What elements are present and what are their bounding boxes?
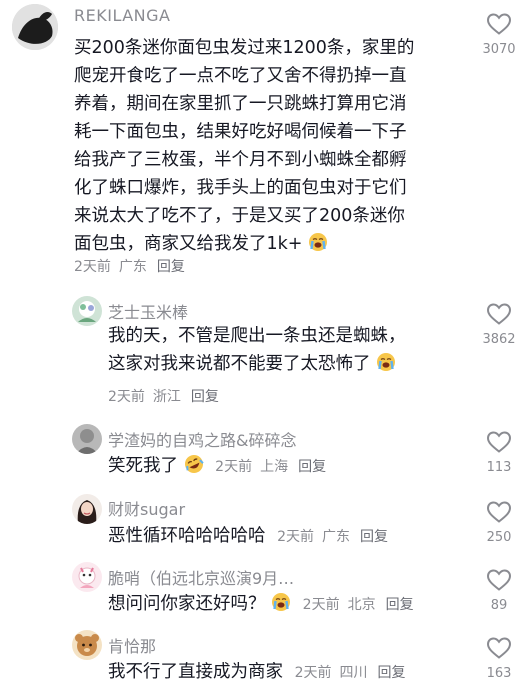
comment-meta: 2天前 四川 回复 <box>295 665 406 681</box>
comment-meta: 2天前 广东 回复 <box>74 256 185 276</box>
avatar-image <box>72 296 102 326</box>
comment-line: 给我产了三枚蛋，半个月不到小蜘蛛全都孵 <box>74 150 407 170</box>
comment-line-text: 这家对我来说都不能要了太恐怖了 <box>108 354 371 374</box>
like-button[interactable]: 163 <box>474 636 524 681</box>
comment-line: 爬宠开食吃了一点不吃了又舍不得扔掉一直 <box>74 66 407 86</box>
comment-time: 2天前 <box>277 529 314 545</box>
reply-button[interactable]: 回复 <box>157 259 185 275</box>
like-count: 3862 <box>482 332 516 347</box>
comment-text: 我不行了直接成为商家 2天前 四川 回复 <box>108 658 458 687</box>
like-button[interactable]: 3070 <box>474 12 524 57</box>
comment-line: 耗一下面包虫，结果好吃好喝伺候着一下子 <box>74 122 407 142</box>
comment-time: 2天前 <box>302 597 340 613</box>
comment-line: 养着，期间在家里抓了一只跳蛛打算用它消 <box>74 94 407 114</box>
avatar-image <box>72 562 102 592</box>
comment-text: 我的天，不管是爬出一条虫还是蜘蛛， 这家对我来说都不能要了太恐怖了 <box>108 322 448 378</box>
username[interactable]: 芝士玉米棒 <box>108 299 188 323</box>
like-button[interactable]: 113 <box>474 430 524 475</box>
loudly-crying-face-icon <box>309 233 328 251</box>
avatar-image <box>12 4 58 50</box>
heart-outline-icon <box>486 637 512 659</box>
heart-outline-icon <box>486 501 512 523</box>
avatar[interactable] <box>72 424 102 454</box>
comment-line: 这家对我来说都不能要了太恐怖了 <box>108 350 448 378</box>
comment-meta: 2天前 广东 回复 <box>277 529 388 545</box>
avatar[interactable] <box>12 4 58 50</box>
reply-button[interactable]: 回复 <box>298 459 326 475</box>
reply-button[interactable]: 回复 <box>360 529 388 545</box>
comment-line-text: 面包虫，商家又给我发了1k+ <box>74 234 303 254</box>
avatar[interactable] <box>72 630 102 660</box>
comment-location: 广东 <box>322 529 350 545</box>
like-count: 250 <box>486 530 512 545</box>
comment-time: 2天前 <box>215 459 253 475</box>
like-button[interactable]: 89 <box>474 568 524 613</box>
comment-location: 北京 <box>347 597 376 613</box>
comment-location: 广东 <box>118 259 147 275</box>
comment-meta: 2天前 上海 回复 <box>215 459 326 475</box>
comment-text: 笑死我了 2天前 上海 回复 <box>108 452 458 481</box>
username[interactable]: 肯恰那 <box>108 633 156 657</box>
rolling-on-floor-laughing-icon <box>184 455 204 473</box>
avatar-image <box>72 630 102 660</box>
avatar[interactable] <box>72 296 102 326</box>
comment-line: 买200条迷你面包虫发过来1200条，家里的 <box>74 38 415 58</box>
reply-button[interactable]: 回复 <box>378 665 406 681</box>
avatar[interactable] <box>72 562 102 592</box>
like-count: 113 <box>486 460 512 475</box>
heart-outline-icon <box>486 303 512 325</box>
avatar[interactable] <box>72 494 102 524</box>
comment-time: 2天前 <box>294 665 332 681</box>
comment-line: 面包虫，商家又给我发了1k+ <box>74 230 454 258</box>
comment-meta: 2天前 浙江 回复 <box>108 386 219 406</box>
like-count: 163 <box>486 666 512 681</box>
username[interactable]: 脆哨（伯远北京巡演9月… <box>108 565 294 589</box>
comment-time: 2天前 <box>108 389 145 405</box>
heart-outline-icon <box>486 569 512 591</box>
reply-button[interactable]: 回复 <box>386 597 414 613</box>
comment-text: 想问问你家还好吗？ 2天前 北京 回复 <box>108 590 458 619</box>
loudly-crying-face-icon <box>377 353 396 371</box>
username[interactable]: 财财sugar <box>108 496 185 520</box>
comment-time: 2天前 <box>74 259 111 275</box>
comment-line-text: 笑死我了 <box>108 456 178 476</box>
avatar-image <box>72 494 102 524</box>
comment-location: 浙江 <box>152 389 181 405</box>
comment-line-text: 恶性循环哈哈哈哈哈 <box>108 526 266 546</box>
comment-line: 来说太大了吃不了，于是又买了200条迷你 <box>74 206 405 226</box>
comment-text: 恶性循环哈哈哈哈哈 2天前 广东 回复 <box>108 522 458 551</box>
loudly-crying-face-icon <box>272 593 291 611</box>
avatar-image <box>72 424 102 454</box>
comment-location: 四川 <box>339 665 368 681</box>
like-button[interactable]: 3862 <box>474 302 524 347</box>
like-button[interactable]: 250 <box>474 500 524 545</box>
comment-line-text: 我不行了直接成为商家 <box>108 662 283 682</box>
comment-location: 上海 <box>260 459 289 475</box>
username[interactable]: 学渣妈的自鸡之路&碎碎念 <box>108 427 296 451</box>
username[interactable]: REKILANGA <box>74 6 170 25</box>
comment-line: 我的天，不管是爬出一条虫还是蜘蛛， <box>108 326 406 346</box>
heart-outline-icon <box>486 13 512 35</box>
like-count: 89 <box>490 598 508 613</box>
like-count: 3070 <box>482 42 516 57</box>
reply-button[interactable]: 回复 <box>191 389 219 405</box>
comment-line-text: 想问问你家还好吗？ <box>108 594 266 614</box>
comment-line: 化了蛛口爆炸，我手头上的面包虫对于它们 <box>74 178 407 198</box>
comment-meta: 2天前 北京 回复 <box>303 597 414 613</box>
heart-outline-icon <box>486 431 512 453</box>
comment-text: 买200条迷你面包虫发过来1200条，家里的 爬宠开食吃了一点不吃了又舍不得扔掉… <box>74 34 454 258</box>
